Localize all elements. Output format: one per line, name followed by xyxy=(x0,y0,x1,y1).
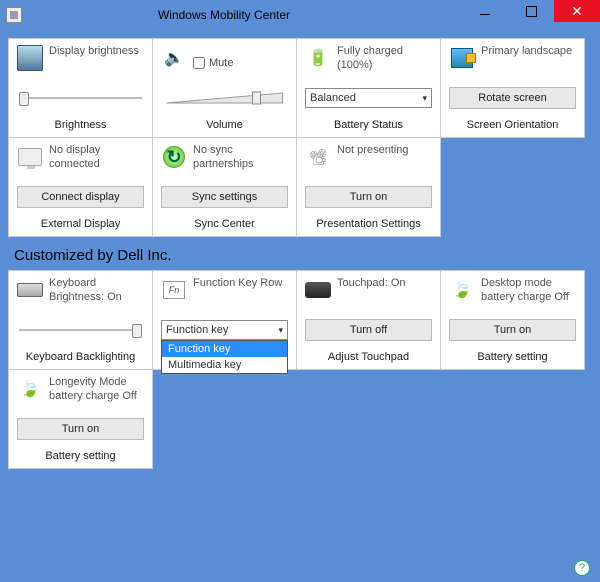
tile-sync: No sync partnerships Sync settings Sync … xyxy=(152,137,297,237)
sync-settings-button[interactable]: Sync settings xyxy=(161,186,288,208)
longevity-turn-on-button[interactable]: Turn on xyxy=(17,418,144,440)
dropdown-option[interactable]: Function key xyxy=(162,341,287,357)
tile-footer: Keyboard Backlighting xyxy=(9,347,152,369)
presentation-turn-on-button[interactable]: Turn on xyxy=(305,186,432,208)
section-title: Customized by Dell Inc. xyxy=(8,237,592,270)
tile-longevity: Longevity Mode battery charge Off Turn o… xyxy=(8,369,153,469)
tile-footer: Presentation Settings xyxy=(297,214,440,236)
tile-label: Fully charged (100%) xyxy=(337,45,432,81)
help-button[interactable]: ? xyxy=(574,560,590,576)
leaf-icon xyxy=(17,376,43,402)
tile-volume: Mute Volume xyxy=(152,38,297,138)
tile-brightness: Display brightness Brightness xyxy=(8,38,153,138)
keyboard-icon xyxy=(17,277,43,303)
combo-value: Function key xyxy=(166,324,228,336)
mute-checkbox[interactable]: Mute xyxy=(193,45,233,81)
app-icon xyxy=(6,7,22,23)
battery-icon xyxy=(305,45,331,71)
screen-rotate-icon xyxy=(449,45,475,71)
tile-footer: Screen Orientation xyxy=(441,115,584,137)
fn-key-dropdown-list: Function key Multimedia key xyxy=(161,340,288,374)
tile-footer: Sync Center xyxy=(153,214,296,236)
tile-label: No display connected xyxy=(49,144,144,180)
maximize-button[interactable] xyxy=(508,0,554,22)
tile-label: Not presenting xyxy=(337,144,409,180)
mute-checkbox-input[interactable] xyxy=(193,57,205,69)
fn-key-icon: Fn xyxy=(161,277,187,303)
desktop-battery-turn-on-button[interactable]: Turn on xyxy=(449,319,576,341)
title-bar: Windows Mobility Center ✕ xyxy=(0,0,600,30)
speaker-icon xyxy=(161,45,187,71)
touchpad-icon xyxy=(305,277,331,303)
tile-row-2: No display connected Connect display Ext… xyxy=(8,137,592,237)
tile-battery: Fully charged (100%) Balanced ▾ Battery … xyxy=(296,38,441,138)
tile-desktop-battery: Desktop mode battery charge Off Turn on … xyxy=(440,270,585,370)
tile-label: Desktop mode battery charge Off xyxy=(481,277,576,313)
minimize-button[interactable] xyxy=(462,0,508,22)
tile-touchpad: Touchpad: On Turn off Adjust Touchpad xyxy=(296,270,441,370)
mute-label: Mute xyxy=(209,57,233,69)
tile-label: Longevity Mode battery charge Off xyxy=(49,376,144,412)
tile-label: Touchpad: On xyxy=(337,277,406,313)
tile-label: Function Key Row xyxy=(193,277,282,313)
tile-row-dell-2: Longevity Mode battery charge Off Turn o… xyxy=(8,369,592,469)
chevron-down-icon: ▾ xyxy=(278,325,283,336)
close-button[interactable]: ✕ xyxy=(554,0,600,22)
tile-label: Primary landscape xyxy=(481,45,572,81)
tile-fn-key: Fn Function Key Row Function key ▾ Funct… xyxy=(152,270,297,370)
monitor-icon xyxy=(17,144,43,170)
tile-presentation: Not presenting Turn on Presentation Sett… xyxy=(296,137,441,237)
dropdown-option[interactable]: Multimedia key xyxy=(162,357,287,373)
tile-footer: Battery setting xyxy=(9,446,152,468)
tile-footer: Battery Status xyxy=(297,115,440,137)
fn-key-combo[interactable]: Function key ▾ Function key Multimedia k… xyxy=(161,320,288,340)
tile-footer: Volume xyxy=(153,115,296,137)
brightness-slider[interactable] xyxy=(17,91,144,105)
tile-kbd-backlight: Keyboard Brightness: On Keyboard Backlig… xyxy=(8,270,153,370)
rotate-screen-button[interactable]: Rotate screen xyxy=(449,87,576,109)
window-controls: ✕ xyxy=(462,0,600,22)
connect-display-button[interactable]: Connect display xyxy=(17,186,144,208)
tile-row-1: Display brightness Brightness Mute xyxy=(8,38,592,138)
kbd-brightness-slider[interactable] xyxy=(17,323,144,337)
power-plan-combo[interactable]: Balanced ▾ xyxy=(305,88,432,108)
projector-icon xyxy=(305,144,331,170)
tile-footer: Adjust Touchpad xyxy=(297,347,440,369)
tile-footer: External Display xyxy=(9,214,152,236)
tile-label: Keyboard Brightness: On xyxy=(49,277,144,313)
combo-value: Balanced xyxy=(310,92,356,104)
tile-orientation: Primary landscape Rotate screen Screen O… xyxy=(440,38,585,138)
sync-icon xyxy=(161,144,187,170)
touchpad-turn-off-button[interactable]: Turn off xyxy=(305,319,432,341)
tile-external-display: No display connected Connect display Ext… xyxy=(8,137,153,237)
window-title: Windows Mobility Center xyxy=(26,8,462,22)
tile-footer: Battery setting xyxy=(441,347,584,369)
content-area: Display brightness Brightness Mute xyxy=(0,30,600,473)
tile-label: No sync partnerships xyxy=(193,144,288,180)
tile-row-dell-1: Keyboard Brightness: On Keyboard Backlig… xyxy=(8,270,592,370)
leaf-icon xyxy=(449,277,475,303)
tile-footer: Brightness xyxy=(9,115,152,137)
brightness-icon xyxy=(17,45,43,71)
tile-label: Display brightness xyxy=(49,45,139,81)
chevron-down-icon: ▾ xyxy=(422,93,427,104)
volume-slider[interactable] xyxy=(161,91,288,105)
